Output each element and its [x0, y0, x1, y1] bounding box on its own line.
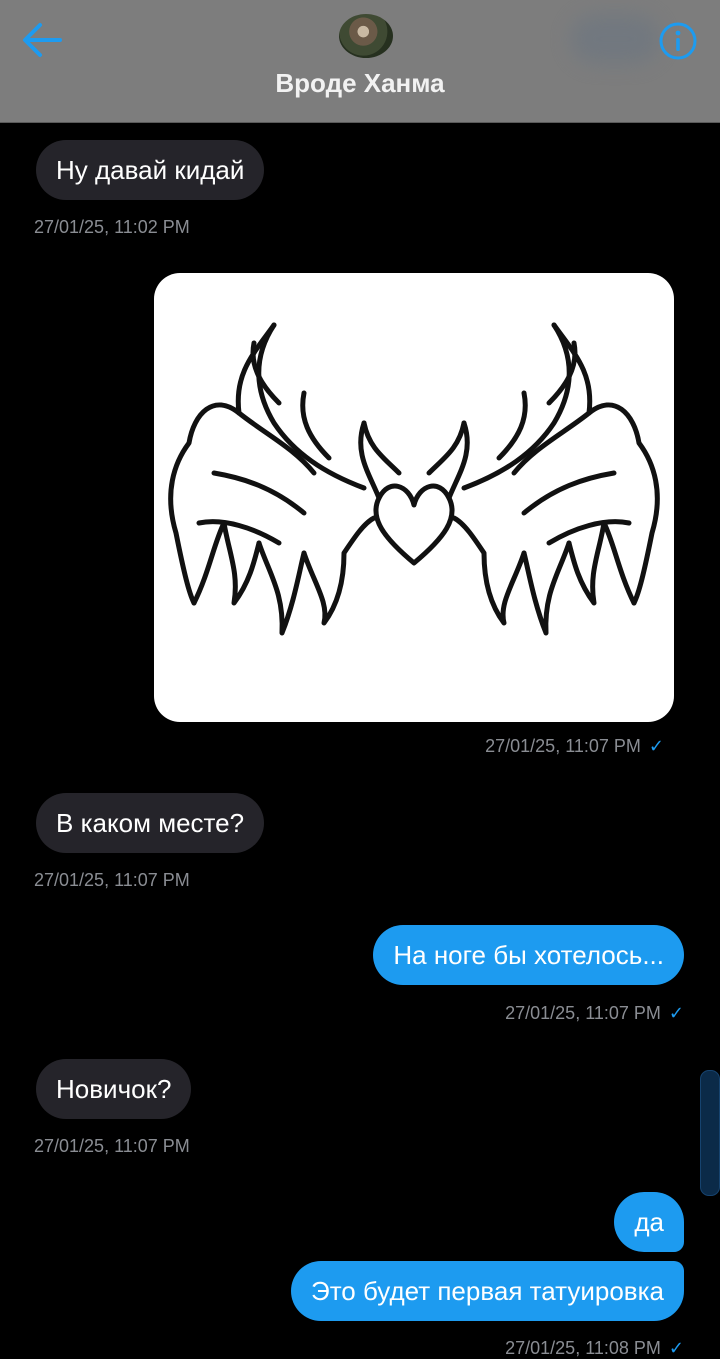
read-check-icon: ✓ — [648, 736, 664, 756]
incoming-message-bubble[interactable]: В каком месте? — [36, 793, 265, 853]
outgoing-message-bubble[interactable]: На ноге бы хотелось... — [373, 925, 684, 985]
message-timestamp: 27/01/25, 11:07 PM — [34, 870, 190, 890]
image-message[interactable] — [154, 273, 674, 722]
tribal-wings-tattoo-image — [168, 322, 660, 636]
scrollbar[interactable] — [700, 1070, 720, 1196]
info-button[interactable] — [657, 20, 699, 62]
message-timestamp: 27/01/25, 11:07 PM — [34, 1136, 190, 1156]
read-check-icon: ✓ — [668, 1338, 684, 1358]
outgoing-message-bubble[interactable]: да — [614, 1192, 684, 1252]
message-timestamp: 27/01/25, 11:08 PM ✓ — [505, 1338, 684, 1358]
message-timestamp: 27/01/25, 11:02 PM — [34, 217, 190, 237]
chat-title[interactable]: Вроде Ханма — [0, 68, 720, 99]
back-button[interactable] — [20, 20, 64, 60]
message-timestamp: 27/01/25, 11:07 PM ✓ — [485, 736, 664, 756]
outgoing-message-bubble[interactable]: Это будет первая татуировка — [291, 1261, 684, 1321]
blurred-area — [570, 14, 660, 64]
chat-header: Вроде Ханма — [0, 0, 720, 123]
incoming-message-bubble[interactable]: Ну давай кидай — [36, 140, 265, 200]
message-timestamp: 27/01/25, 11:07 PM ✓ — [505, 1003, 684, 1023]
arrow-left-icon — [23, 23, 62, 57]
avatar[interactable] — [339, 14, 393, 58]
info-icon — [659, 22, 697, 60]
read-check-icon: ✓ — [668, 1003, 684, 1023]
incoming-message-bubble[interactable]: Новичок? — [36, 1059, 192, 1119]
